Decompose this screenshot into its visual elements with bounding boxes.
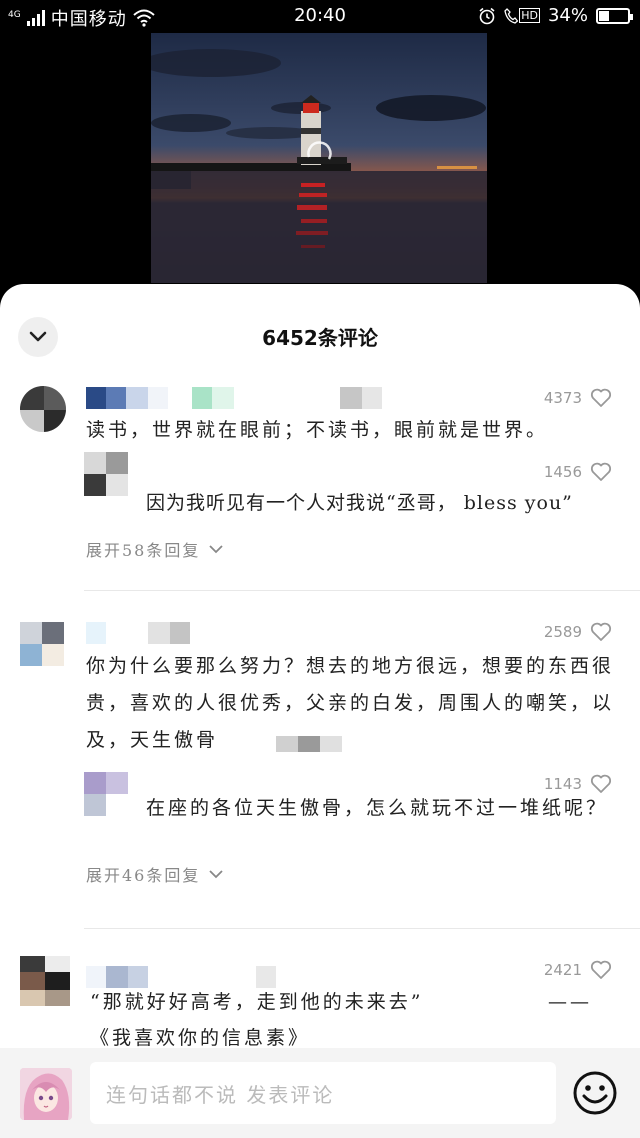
expand-replies-button[interactable]: 展开46条回复 [86,862,224,886]
divider [84,590,640,591]
like-count: 1456 [543,463,582,481]
reply-text: 在座的各位天生傲骨，怎么就玩不过一堆纸呢？ [146,797,609,819]
avatar[interactable] [20,386,66,432]
lighthouse-image [151,33,487,283]
like-count: 4373 [543,389,582,407]
battery-percent: 34% [547,5,588,26]
comment-sheet: 6452条评论 4373 读书，世界就在眼前；不读书，眼前就是世界。 1456 … [0,284,640,1138]
status-right: HD 34% [478,5,633,26]
reply-text: 因为我听见有一个人对我说“丞哥， bless you” [146,492,573,514]
comment-text: 你为什么要那么努力？想去的地方很远，想要的东西很贵，喜欢的人很优秀，父亲的白发，… [86,655,615,751]
heart-icon [590,960,612,979]
emoji-button[interactable] [572,1070,618,1116]
reply-avatar[interactable] [84,452,128,496]
heart-icon [590,622,612,641]
heart-icon [590,388,612,407]
comment-text: 读书，世界就在眼前；不读书，眼前就是世界。 [86,419,549,441]
video-player[interactable] [151,33,487,283]
alarm-icon [479,7,495,24]
comment-input[interactable]: 连句话都不说 发表评论 [90,1062,556,1124]
comment-text-line1: “那就好好高考，走到他的未来去” [90,991,424,1013]
like-button[interactable]: 4373 [544,388,612,408]
expand-label: 展开58条回复 [86,541,201,560]
smiley-icon [573,1071,617,1115]
comment-count-title: 6452条评论 [262,326,378,350]
avatar[interactable] [20,956,70,1006]
like-count: 2421 [543,961,582,979]
like-count: 2589 [543,623,582,641]
chevron-down-icon [209,545,224,554]
anime-avatar-image [20,1068,72,1120]
username[interactable] [86,387,382,409]
reply-like-button[interactable]: 1456 [544,462,612,482]
heart-icon [590,462,612,481]
chevron-down-icon [209,870,224,879]
hd-label: HD [519,8,540,23]
battery-icon [596,7,633,24]
like-button[interactable]: 2421 [544,960,612,980]
reply-avatar[interactable] [84,772,128,816]
avatar[interactable] [20,622,64,666]
status-bar: 4G 中国移动 20:40 HD 34% [0,0,640,32]
comment-input-bar: 连句话都不说 发表评论 [0,1048,640,1138]
like-button[interactable]: 2589 [544,622,612,642]
call-icon [504,7,519,24]
divider [84,928,640,929]
comment-text-dash: —— [548,991,592,1013]
expand-replies-button[interactable]: 展开58条回复 [86,537,224,561]
my-avatar[interactable] [20,1068,72,1120]
expand-label: 展开46条回复 [86,866,201,885]
username[interactable] [86,622,190,644]
censor-block [236,736,342,752]
